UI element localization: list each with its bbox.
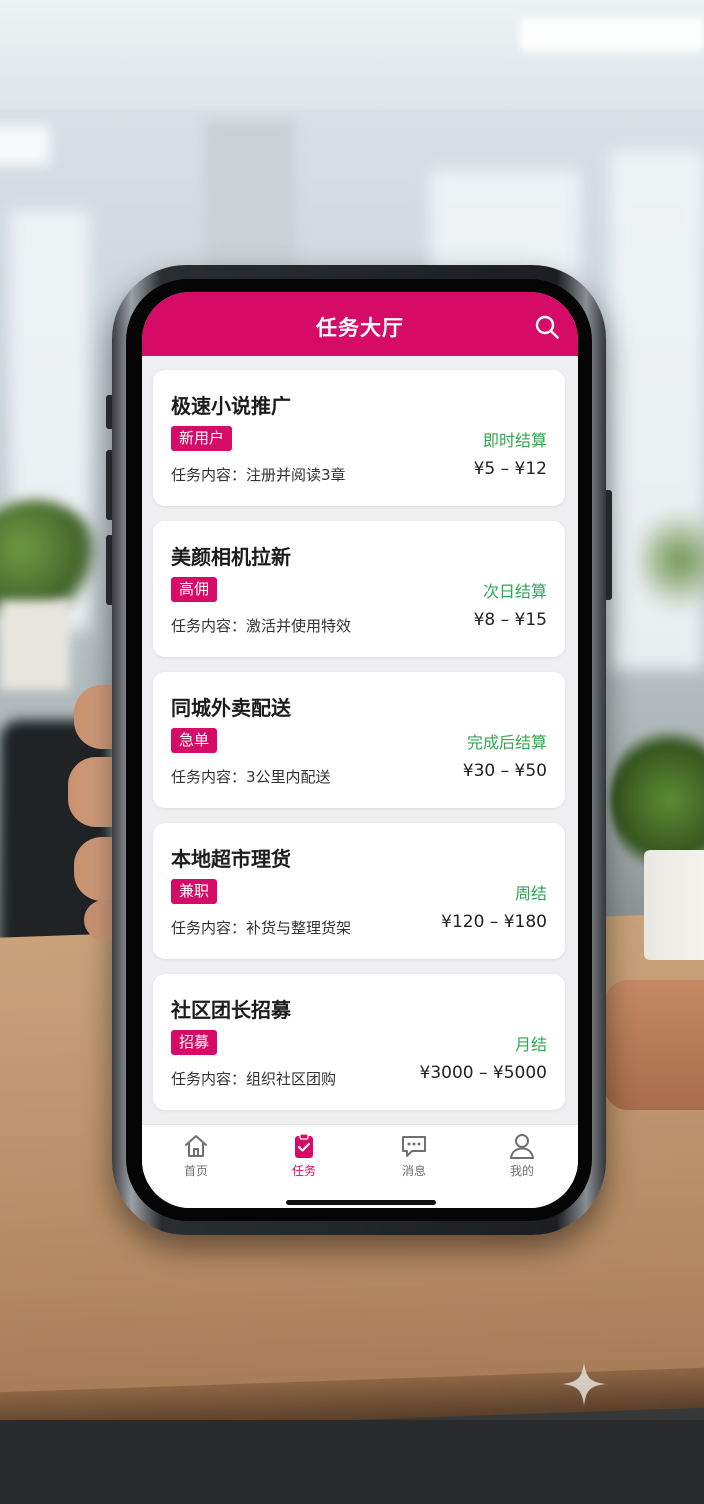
tab-label: 首页: [183, 1164, 208, 1178]
task-price-range: ¥5 – ¥12: [473, 459, 547, 479]
task-price-range: ¥120 – ¥180: [441, 912, 547, 932]
tab-profile[interactable]: 我的: [482, 1133, 562, 1185]
tab-label: 消息: [401, 1164, 426, 1178]
task-content: 任务内容：注册并阅读3章: [171, 466, 346, 484]
home-icon: [185, 1135, 207, 1157]
task-tag-badge: 高佣: [171, 577, 218, 602]
settlement-type: 即时结算: [482, 431, 547, 450]
tab-label: 我的: [509, 1164, 534, 1178]
top-bar: 任务大厅: [142, 292, 578, 356]
message-icon: [402, 1136, 426, 1157]
home-indicator: [286, 1200, 436, 1205]
settlement-type: 次日结算: [482, 582, 547, 601]
task-content: 任务内容：3公里内配送: [171, 768, 331, 786]
task-tag-badge: 兼职: [171, 879, 218, 904]
task-name: 同城外卖配送: [171, 696, 291, 720]
task-name: 美颜相机拉新: [171, 545, 291, 569]
task-tag-badge: 急单: [171, 728, 218, 753]
task-name: 极速小说推广: [171, 394, 291, 418]
task-card[interactable]: 美颜相机拉新 高佣 次日结算 任务内容：激活并使用特效 ¥8 – ¥15: [153, 521, 565, 657]
task-list: 极速小说推广 新用户 即时结算 任务内容：注册并阅读3章 ¥5 – ¥12 美颜…: [153, 370, 565, 1125]
app-screen: 任务大厅 极速小说推广 新用户 即时结算 任务内容：注册并阅读3章 ¥5 – ¥…: [142, 292, 578, 1208]
settlement-type: 月结: [514, 1035, 547, 1054]
task-price-range: ¥8 – ¥15: [473, 610, 547, 630]
tab-home[interactable]: 首页: [156, 1133, 236, 1185]
task-tag-badge: 新用户: [171, 426, 233, 451]
user-icon: [510, 1134, 534, 1159]
task-name: 本地超市理货: [171, 847, 291, 871]
task-price-range: ¥30 – ¥50: [462, 761, 547, 781]
task-content: 任务内容：组织社区团购: [171, 1070, 337, 1088]
tab-label: 任务: [291, 1164, 316, 1178]
task-card[interactable]: 极速小说推广 新用户 即时结算 任务内容：注册并阅读3章 ¥5 – ¥12: [153, 370, 565, 506]
task-card[interactable]: 社区团长招募 招募 月结 任务内容：组织社区团购 ¥3000 – ¥5000: [153, 974, 565, 1110]
task-name: 社区团长招募: [171, 998, 291, 1022]
task-content: 任务内容：激活并使用特效: [171, 617, 352, 635]
tab-messages[interactable]: 消息: [374, 1133, 454, 1185]
search-icon[interactable]: [534, 314, 560, 340]
task-content: 任务内容：补货与整理货架: [171, 919, 352, 937]
task-card[interactable]: 本地超市理货 兼职 周结 任务内容：补货与整理货架 ¥120 – ¥180: [153, 823, 565, 959]
task-card[interactable]: 同城外卖配送 急单 完成后结算 任务内容：3公里内配送 ¥30 – ¥50: [153, 672, 565, 808]
task-tag-badge: 招募: [171, 1030, 218, 1055]
sparkle-icon: [562, 1362, 606, 1406]
settlement-type: 周结: [514, 884, 547, 903]
page-title: 任务大厅: [316, 316, 404, 340]
task-clipboard-icon: [295, 1133, 313, 1158]
task-price-range: ¥3000 – ¥5000: [419, 1063, 547, 1083]
bottom-tab-bar: 首页 任务 消息 我的: [142, 1124, 578, 1208]
tab-tasks[interactable]: 任务: [264, 1133, 344, 1185]
settlement-type: 完成后结算: [466, 733, 547, 752]
